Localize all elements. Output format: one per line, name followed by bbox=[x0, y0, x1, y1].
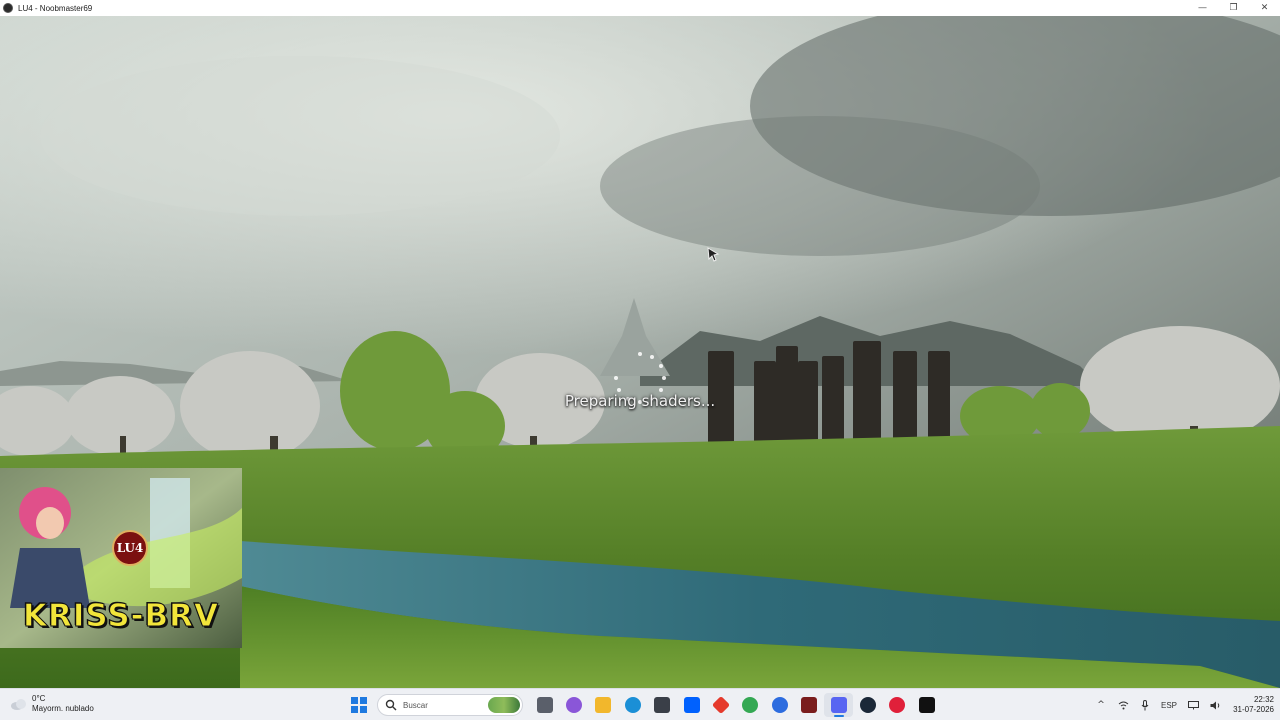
copilot-icon bbox=[566, 697, 583, 713]
mouse-cursor-icon bbox=[707, 247, 720, 262]
microphone-icon[interactable] bbox=[1134, 689, 1156, 720]
app-red-diamond-icon bbox=[711, 695, 731, 715]
cloud-icon bbox=[11, 699, 26, 710]
task-view-icon bbox=[536, 697, 553, 713]
taskbar-app-chrome[interactable] bbox=[736, 693, 765, 717]
discord-icon bbox=[830, 697, 847, 713]
taskbar-search[interactable]: Buscar bbox=[377, 694, 523, 716]
taskbar-app-steam[interactable] bbox=[853, 693, 882, 717]
taskbar-app-dropbox[interactable] bbox=[677, 693, 706, 717]
weather-temperature: 0°C bbox=[32, 694, 46, 703]
search-icon bbox=[385, 699, 397, 711]
system-tray: ^ ESP 22:32 31-07-2026 bbox=[1090, 689, 1280, 720]
loading-status-text: Preparing shaders... bbox=[564, 392, 716, 410]
window-controls: — ❐ ✕ bbox=[1187, 0, 1280, 16]
taskbar: 0°C Mayorm. nublado Buscar ^ ESP 22:32 3… bbox=[0, 688, 1280, 720]
minimize-button[interactable]: — bbox=[1187, 0, 1218, 16]
taskbar-app-app-blue-circle[interactable] bbox=[765, 693, 794, 717]
window-titlebar: LU4 - Noobmaster69 — ❐ ✕ bbox=[0, 0, 1280, 16]
search-highlight-image bbox=[488, 697, 520, 713]
app-blue-circle-icon bbox=[771, 697, 788, 713]
taskbar-app-app-dark-red[interactable] bbox=[795, 693, 824, 717]
display-icon[interactable] bbox=[1182, 689, 1204, 720]
overlay-channel-name: KRISS-BRV bbox=[22, 598, 220, 635]
search-placeholder: Buscar bbox=[403, 700, 428, 710]
steam-icon bbox=[859, 697, 876, 713]
app-icon bbox=[3, 3, 13, 13]
taskbar-app-file-explorer[interactable] bbox=[589, 693, 618, 717]
dropbox-icon bbox=[683, 697, 700, 713]
app-dark-red-icon bbox=[801, 697, 818, 713]
taskbar-app-store[interactable] bbox=[648, 693, 677, 717]
network-icon[interactable] bbox=[1112, 689, 1134, 720]
streamer-overlay: LU4 KRISS-BRV bbox=[0, 468, 242, 648]
taskbar-app-app-red-play[interactable] bbox=[883, 693, 912, 717]
taskbar-app-discord[interactable] bbox=[823, 693, 854, 717]
weather-description: Mayorm. nublado bbox=[32, 704, 94, 713]
unreal-engine-icon bbox=[918, 697, 935, 713]
clock-date: 31-07-2026 bbox=[1233, 705, 1274, 714]
app-red-play-icon bbox=[889, 697, 906, 713]
taskbar-app-edge[interactable] bbox=[618, 693, 647, 717]
file-explorer-icon bbox=[595, 697, 612, 713]
window-title: LU4 - Noobmaster69 bbox=[18, 3, 93, 13]
chrome-icon bbox=[742, 697, 759, 713]
taskbar-app-copilot[interactable] bbox=[559, 693, 588, 717]
taskbar-app-app-red-diamond[interactable] bbox=[706, 693, 735, 717]
taskbar-app-unreal-engine[interactable] bbox=[912, 693, 941, 717]
store-icon bbox=[654, 697, 671, 713]
start-button[interactable] bbox=[351, 697, 367, 713]
maximize-button[interactable]: ❐ bbox=[1218, 0, 1249, 16]
volume-icon[interactable] bbox=[1204, 689, 1226, 720]
tray-overflow-chevron-icon[interactable]: ^ bbox=[1090, 689, 1112, 720]
taskbar-app-task-view[interactable] bbox=[530, 693, 559, 717]
windows-logo-icon bbox=[351, 697, 358, 704]
language-indicator[interactable]: ESP bbox=[1156, 689, 1182, 720]
weather-widget[interactable]: 0°C Mayorm. nublado bbox=[10, 694, 94, 714]
overlay-logo: LU4 bbox=[112, 530, 148, 566]
taskbar-clock[interactable]: 22:32 31-07-2026 bbox=[1226, 695, 1280, 715]
clock-time: 22:32 bbox=[1253, 695, 1274, 704]
pinned-apps bbox=[530, 693, 941, 717]
close-button[interactable]: ✕ bbox=[1249, 0, 1280, 16]
edge-icon bbox=[624, 697, 641, 713]
